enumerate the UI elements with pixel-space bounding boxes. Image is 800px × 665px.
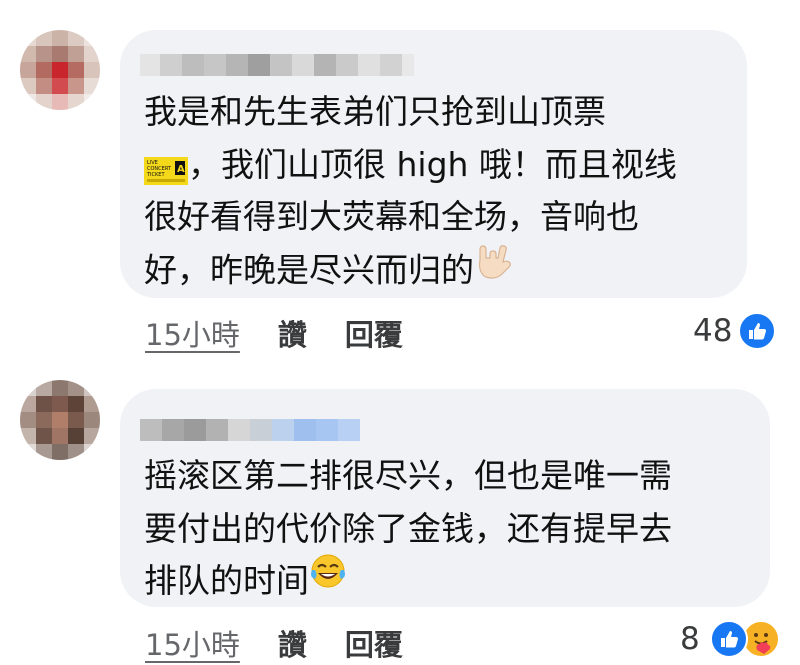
comment-bubble: 我是和先生表弟们只抢到山顶票 LIVE CONCERT TICKET A ，我们…	[120, 30, 747, 298]
comment-meta: 15小時 讚 回覆	[145, 622, 403, 664]
comment-text: 摇滚区第二排很尽兴，但也是唯一需 要付出的代价除了金钱，还有提早去 排队的时间	[144, 450, 672, 608]
reactions-summary[interactable]: 48	[693, 312, 777, 350]
avatar[interactable]	[20, 380, 100, 460]
comment-line-text: ，我们山顶很 high 哦！而且视线	[188, 144, 677, 184]
tears-of-joy-emoji-icon	[309, 552, 347, 606]
like-reaction-icon	[709, 620, 748, 658]
comment-line: 我是和先生表弟们只抢到山顶票	[144, 92, 606, 131]
comment-bubble: 摇滚区第二排很尽兴，但也是唯一需 要付出的代价除了金钱，还有提早去 排队的时间	[120, 389, 770, 607]
timestamp-link[interactable]: 15小時	[145, 312, 240, 354]
reply-button[interactable]: 回覆	[345, 312, 403, 354]
comment-line: 要付出的代价除了金钱，还有提早去	[144, 508, 672, 548]
like-reaction-icon	[738, 312, 777, 350]
comment-line: 排队的时间	[144, 552, 672, 608]
comment-line: LIVE CONCERT TICKET A ，我们山顶很 high 哦！而且视线	[144, 139, 677, 192]
avatar[interactable]	[20, 30, 100, 110]
comment-line-text: 排队的时间	[144, 561, 309, 600]
reply-button[interactable]: 回覆	[345, 622, 403, 664]
timestamp-link[interactable]: 15小時	[145, 622, 240, 664]
like-button[interactable]: 讚	[278, 622, 307, 664]
author-name[interactable]	[140, 419, 360, 441]
comment-line: 好，昨晚是尽兴而归的	[144, 244, 677, 297]
love-you-gesture-emoji-icon	[474, 240, 514, 296]
author-name[interactable]	[140, 54, 414, 76]
comment-line: 摇滚区第二排很尽兴，但也是唯一需	[144, 456, 672, 495]
like-button[interactable]: 讚	[278, 312, 307, 354]
ticket-icon-text: A	[177, 164, 185, 175]
reaction-count: 48	[693, 313, 733, 349]
reaction-count: 8	[680, 621, 700, 657]
comment-line-text: 好，昨晚是尽兴而归的	[144, 249, 474, 289]
reactions-summary[interactable]: 8	[680, 620, 780, 658]
comment-line: 很好看得到大荧幕和全场，音响也	[144, 197, 639, 236]
comment-meta: 15小時 讚 回覆	[145, 312, 403, 354]
ticket-icon-text: TICKET	[146, 172, 165, 178]
ticket-icon: LIVE CONCERT TICKET A	[144, 148, 188, 185]
comment-text: 我是和先生表弟们只抢到山顶票 LIVE CONCERT TICKET A ，我们…	[144, 86, 677, 296]
